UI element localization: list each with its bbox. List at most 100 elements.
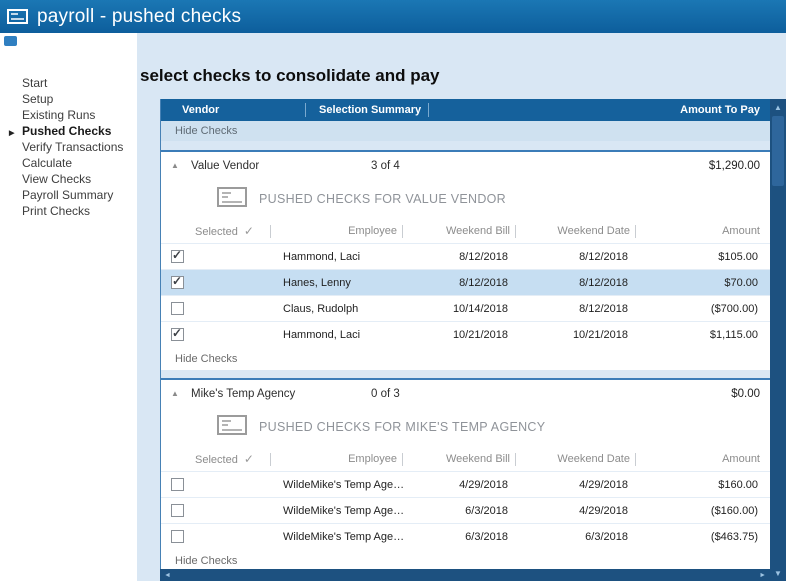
selection-summary-column-header: Selection Summary [306,103,429,117]
weekend-date-column-label: Weekend Date [516,452,636,466]
weekend-bill-cell: 10/21/2018 [452,328,508,341]
table-row[interactable]: Claus, Rudolph 10/14/2018 8/12/2018 ($70… [161,295,770,321]
sidebar-item-payroll-summary[interactable]: Payroll Summary [0,187,137,203]
vendor-column-header: Vendor [161,103,306,117]
weekend-bill-cell: 4/29/2018 [459,478,508,491]
weekend-date-cell: 8/12/2018 [579,276,628,289]
row-checkbox[interactable] [171,248,184,263]
vendor-group-header[interactable]: ▲ Mike's Temp Agency 0 of 3 $0.00 [161,380,770,407]
amount-cell: $105.00 [718,250,758,263]
titlebar: payroll - pushed checks [0,0,786,33]
sidebar: Start Setup Existing Runs Pushed Checks … [0,33,137,581]
hide-checks-band[interactable]: Hide Checks [161,121,770,141]
collapse-icon[interactable]: ▲ [161,161,191,170]
amount-cell: $160.00 [718,478,758,491]
weekend-bill-column-label: Weekend Bill [403,224,516,238]
amount-to-pay-column-header: Amount To Pay [680,104,760,116]
employee-cell: WildeMike's Temp Age… [283,530,405,543]
selected-column-label: Selected [195,225,238,238]
weekend-date-cell: 8/12/2018 [579,250,628,263]
checks-grid-zone: Vendor Selection Summary Amount To Pay H… [160,99,786,581]
sidebar-item-calculate[interactable]: Calculate [0,155,137,171]
vendor-group-header[interactable]: ▲ Value Vendor 3 of 4 $1,290.00 [161,152,770,179]
row-checkbox[interactable] [171,302,184,315]
selection-summary: 3 of 4 [371,159,400,172]
sub-header: Selected ✓ Employee Weekend Bill Weekend … [161,447,770,471]
employee-cell: Hammond, Laci [283,328,361,341]
amount-cell: ($700.00) [710,302,758,315]
employee-column-label: Employee [271,452,403,466]
table-row[interactable]: Hanes, Lenny 8/12/2018 8/12/2018 $70.00 [161,269,770,295]
employee-cell: WildeMike's Temp Age… [283,478,405,491]
sidebar-item-print-checks[interactable]: Print Checks [0,203,137,219]
scroll-right-icon[interactable]: ► [759,572,766,579]
spacer [161,370,770,378]
weekend-bill-cell: 6/3/2018 [465,530,508,543]
sidebar-item-pushed-checks[interactable]: Pushed Checks [0,123,137,140]
app-check-icon [7,9,28,24]
sidebar-item-start[interactable]: Start [0,75,137,91]
weekend-bill-column-label: Weekend Bill [403,452,516,466]
vertical-scrollbar-thumb[interactable] [772,116,784,186]
pane-pin-icon[interactable] [4,36,17,46]
table-row[interactable]: WildeMike's Temp Age… 6/3/2018 4/29/2018… [161,497,770,523]
hide-checks-link[interactable]: Hide Checks [161,549,770,569]
grid-header: Vendor Selection Summary Amount To Pay [161,99,770,121]
main-content: select checks to consolidate and pay Ven… [137,33,786,581]
section-title-row: PUSHED CHECKS FOR MIKE'S TEMP AGENCY [161,407,770,447]
row-checkbox[interactable] [171,504,184,517]
employee-column-label: Employee [271,224,403,238]
select-all-check-icon[interactable]: ✓ [244,224,254,238]
checks-grid: Vendor Selection Summary Amount To Pay H… [160,99,770,569]
table-row[interactable]: Hammond, Laci 8/12/2018 8/12/2018 $105.0… [161,243,770,269]
sidebar-item-existing-runs[interactable]: Existing Runs [0,107,137,123]
amount-column-label: Amount [722,452,760,465]
vendor-group-value-vendor: ▲ Value Vendor 3 of 4 $1,290.00 PUSHED C… [161,150,770,370]
scroll-down-icon[interactable]: ▼ [770,565,786,581]
hide-checks-link[interactable]: Hide Checks [161,347,770,370]
weekend-bill-cell: 10/14/2018 [452,302,508,315]
row-checkbox[interactable] [171,478,184,491]
sidebar-item-view-checks[interactable]: View Checks [0,171,137,187]
section-title-row: PUSHED CHECKS FOR VALUE VENDOR [161,179,770,219]
employee-cell: Hammond, Laci [283,250,361,263]
employee-cell: WildeMike's Temp Age… [283,504,405,517]
weekend-date-column-label: Weekend Date [516,224,636,238]
check-icon [217,414,247,440]
amount-cell: ($463.75) [710,530,758,543]
row-checkbox[interactable] [171,274,184,289]
select-all-check-icon[interactable]: ✓ [244,452,254,466]
check-icon [217,186,247,212]
weekend-date-cell: 4/29/2018 [579,504,628,517]
row-checkbox[interactable] [171,530,184,543]
amount-to-pay: $0.00 [731,387,760,400]
vendor-group-mikes-temp-agency: ▲ Mike's Temp Agency 0 of 3 $0.00 PUSHED… [161,378,770,569]
table-row[interactable]: WildeMike's Temp Age… 6/3/2018 6/3/2018 … [161,523,770,549]
table-row[interactable]: Hammond, Laci 10/21/2018 10/21/2018 $1,1… [161,321,770,347]
weekend-date-cell: 4/29/2018 [579,478,628,491]
scroll-left-icon[interactable]: ◄ [164,572,171,579]
amount-cell: $70.00 [724,276,758,289]
scroll-up-icon[interactable]: ▲ [770,99,786,115]
table-row[interactable]: WildeMike's Temp Age… 4/29/2018 4/29/201… [161,471,770,497]
selection-summary: 0 of 3 [371,387,400,400]
weekend-bill-cell: 8/12/2018 [459,276,508,289]
amount-cell: $1,115.00 [709,328,758,341]
collapse-icon[interactable]: ▲ [161,389,191,398]
amount-column-label: Amount [722,224,760,237]
sub-header: Selected ✓ Employee Weekend Bill Weekend … [161,219,770,243]
selected-column-label: Selected [195,453,238,466]
weekend-bill-cell: 8/12/2018 [459,250,508,263]
section-title: PUSHED CHECKS FOR VALUE VENDOR [259,192,507,206]
employee-cell: Claus, Rudolph [283,302,359,315]
section-heading: select checks to consolidate and pay [140,66,440,86]
weekend-date-cell: 8/12/2018 [579,302,628,315]
row-checkbox[interactable] [171,326,184,341]
sidebar-item-setup[interactable]: Setup [0,91,137,107]
vertical-scrollbar[interactable]: ▲ ▼ [770,99,786,581]
sidebar-item-verify-transactions[interactable]: Verify Transactions [0,139,137,155]
section-title: PUSHED CHECKS FOR MIKE'S TEMP AGENCY [259,420,546,434]
amount-cell: ($160.00) [710,504,758,517]
horizontal-scrollbar[interactable]: ◄ ► [160,569,770,581]
